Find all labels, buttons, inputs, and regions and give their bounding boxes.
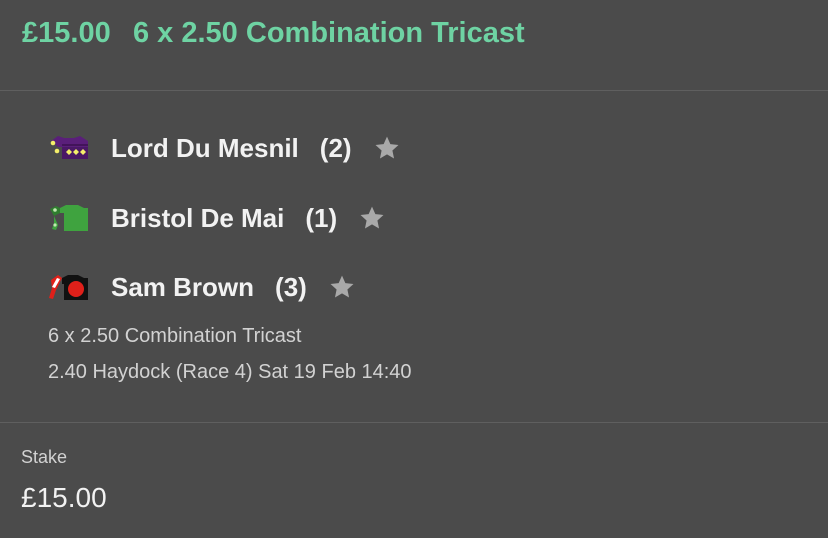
runner-position: (1) [305, 202, 338, 233]
runner-name: Lord Du Mesnil [111, 132, 299, 163]
runner-name: Sam Brown [111, 271, 255, 302]
bet-amount: £15.00 [22, 17, 111, 49]
runner-position: (2) [319, 132, 352, 163]
event-details: 2.40 Haydock (Race 4) Sat 19 Feb 14:40 [48, 361, 412, 383]
bet-header[interactable]: £15.00 6 x 2.50 Combination Tricast [0, 0, 828, 91]
stake-value: £15.00 [21, 482, 107, 513]
runner-row: Sam Brown (3) [48, 270, 355, 304]
runner-position: (3) [275, 271, 307, 302]
divider [0, 422, 828, 423]
bet-description: 6 x 2.50 Combination Tricast [48, 325, 302, 347]
star-icon[interactable] [374, 135, 400, 161]
runner-row: Lord Du Mesnil (2) [48, 131, 400, 165]
bet-type-title: 6 x 2.50 Combination Tricast [133, 17, 525, 49]
bet-receipt: £15.00 6 x 2.50 Combination Tricast Lord… [0, 0, 828, 538]
star-icon[interactable] [359, 205, 385, 231]
runner-name: Bristol De Mai [111, 202, 285, 233]
silk-red-black-icon [49, 275, 88, 300]
silk-green-icon [50, 205, 88, 231]
star-icon[interactable] [329, 274, 355, 300]
stake-label: Stake [21, 447, 68, 467]
silk-purple-icon [50, 136, 88, 159]
runner-row: Bristol De Mai (1) [48, 201, 385, 235]
